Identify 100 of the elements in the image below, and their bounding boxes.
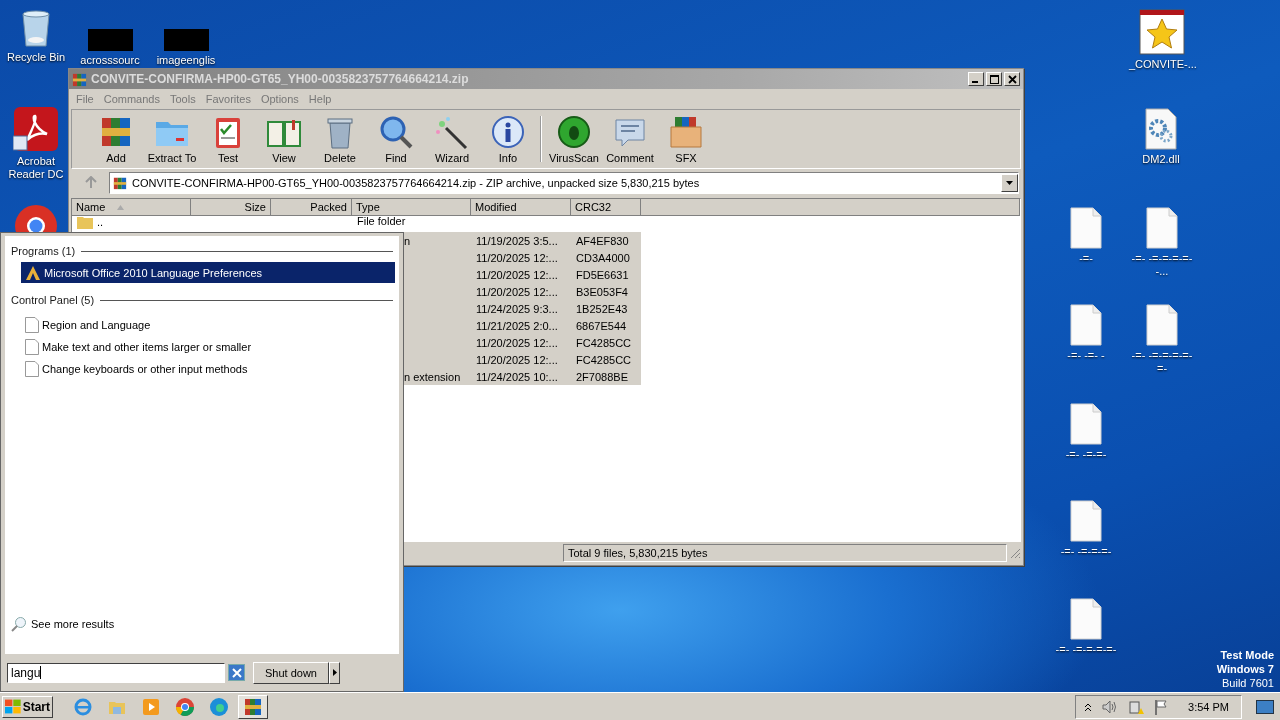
blank-file-icon[interactable] — [1070, 598, 1102, 640]
file-type: File folder — [357, 215, 406, 227]
desktop-icon-label: -=- -=-=-=-=- — [1055, 643, 1117, 656]
page-icon — [25, 316, 39, 333]
file-modified: 11/20/2025 12:... — [476, 353, 558, 366]
search-result[interactable]: Microsoft Office 2010 Language Preferences — [21, 262, 395, 283]
search-field[interactable]: langu — [7, 662, 225, 683]
desktop-icon-label: -=- -=-=-=- — [1060, 545, 1112, 558]
shut-down-button[interactable]: Shut down — [253, 661, 329, 684]
toolbar-button[interactable]: Extract To — [144, 114, 200, 164]
file-crc: FC4285CC — [576, 336, 632, 349]
desktop-icon-label: -=- -=- - — [1067, 349, 1105, 362]
archive-stack-icon — [243, 696, 263, 717]
flag-icon[interactable] — [1154, 698, 1169, 715]
resize-grip-icon[interactable] — [1009, 547, 1021, 559]
toolbar-button[interactable]: Comment — [602, 114, 658, 164]
blank-file-icon[interactable] — [1070, 403, 1102, 445]
taskbar-app-button[interactable] — [238, 694, 268, 719]
search-result[interactable]: Change keyboards or other input methods — [21, 358, 395, 379]
file-modified: 11/21/2025 2:0... — [476, 319, 558, 332]
toolbar-button[interactable]: Info — [480, 114, 536, 164]
desktop-icon-label: imageenglis — [156, 54, 216, 67]
close-icon — [1007, 74, 1017, 84]
bug-icon — [556, 114, 592, 150]
window-title: CONVITE-CONFIRMA-HP00-GT65_YH00-0035823757764664214.zip — [91, 72, 470, 86]
archive-icon — [113, 176, 127, 190]
os-watermark-text: Windows 7 — [1216, 662, 1274, 676]
clear-search-button[interactable] — [228, 664, 245, 681]
toolbar-button[interactable]: VirusScan — [546, 114, 602, 164]
file-row[interactable]: .. File folder — [72, 215, 641, 228]
blank-file-icon[interactable] — [1070, 304, 1102, 346]
clock[interactable]: 3:54 PM — [1188, 700, 1229, 713]
file-crc: FD5E6631 — [576, 268, 629, 281]
file-type: n — [404, 234, 411, 247]
up-arrow-icon — [85, 175, 97, 188]
file-modified: 11/20/2025 12:... — [476, 285, 558, 298]
column-header[interactable]: Type — [352, 199, 471, 216]
column-header[interactable]: CRC32 — [571, 199, 641, 216]
toolbar-button[interactable]: Add — [88, 114, 144, 164]
sort-arrow-icon — [117, 204, 125, 210]
os-watermark-text: Test Mode — [1220, 648, 1274, 662]
toolbar-button[interactable]: Find — [368, 114, 424, 164]
speaker-icon[interactable] — [1102, 699, 1119, 714]
result-group-heading: Programs (1) — [11, 245, 76, 257]
toolbar-button[interactable]: Test — [200, 114, 256, 164]
show-desktop-button[interactable] — [1256, 699, 1274, 714]
archive-icon — [72, 71, 87, 87]
start-button[interactable]: Start — [2, 695, 53, 718]
status-text: Total 9 files, 5,830,215 bytes — [563, 544, 1007, 562]
address-field[interactable]: CONVITE-CONFIRMA-HP00-GT65_YH00-0035823757764664214.zip - ZIP archive, unpacked size 5,830,215 bytes — [109, 172, 1019, 194]
close-button[interactable] — [1004, 72, 1020, 86]
caret-icon — [332, 669, 337, 676]
file-modified: 11/24/2025 10:... — [476, 370, 558, 383]
toolbar-button[interactable]: View — [256, 114, 312, 164]
maximize-icon — [989, 74, 999, 84]
desktop-icon-label: Acrobat Reader DC — [7, 155, 65, 181]
column-header[interactable]: Packed — [271, 199, 352, 216]
toolbar-button[interactable]: Wizard — [424, 114, 480, 164]
blank-file-icon[interactable] — [1070, 207, 1102, 249]
file-name: .. — [97, 216, 104, 228]
file-modified: 11/20/2025 12:... — [476, 268, 558, 281]
shut-down-options-button[interactable] — [329, 661, 340, 684]
toolbar-button[interactable]: Delete — [312, 114, 368, 164]
box-icon — [668, 114, 704, 150]
blank-file-icon[interactable] — [1146, 207, 1178, 249]
search-icon — [11, 616, 27, 632]
recycle-bin-icon[interactable] — [20, 8, 52, 48]
browser-e-icon — [73, 696, 93, 717]
gear-file-icon[interactable] — [1145, 108, 1177, 150]
file-crc: CD3A4000 — [576, 251, 630, 264]
desktop-icon-label: -=- -=-=- — [1065, 448, 1107, 461]
file-crc: 6867E544 — [576, 319, 627, 332]
chevron-up-icon[interactable] — [1084, 702, 1093, 711]
page-icon — [25, 360, 39, 377]
file-crc: AF4EF830 — [576, 234, 629, 247]
pdf-reader-icon[interactable] — [13, 106, 59, 152]
file-modified: 11/20/2025 12:... — [476, 251, 558, 264]
column-header[interactable]: Modified — [471, 199, 571, 216]
column-header[interactable]: Size — [191, 199, 271, 216]
blank-file-icon[interactable] — [1146, 304, 1178, 346]
letter-a-icon — [25, 264, 41, 281]
info-icon — [490, 114, 526, 150]
file-modified: 11/20/2025 12:... — [476, 336, 558, 349]
browser-wave-icon — [209, 696, 229, 717]
minimize-button[interactable] — [968, 72, 984, 86]
blacked-out-icon[interactable] — [163, 29, 209, 51]
desktop-icon-label: acrosssourc — [80, 54, 140, 67]
close-icon — [231, 667, 242, 678]
os-watermark-text: Build 7601 — [1222, 676, 1274, 690]
file-crc: B3E053F4 — [576, 285, 628, 298]
desktop-icon-label: Recycle Bin — [6, 51, 66, 64]
see-more-results-link[interactable]: See more results — [11, 616, 395, 632]
toolbar-button[interactable]: SFX — [658, 114, 714, 164]
play-icon — [141, 696, 161, 717]
blank-file-icon[interactable] — [1070, 500, 1102, 542]
search-result[interactable]: Make text and other items larger or smaller — [21, 336, 395, 357]
column-header[interactable]: Name — [72, 199, 191, 216]
blacked-out-icon[interactable] — [87, 29, 133, 51]
maximize-button[interactable] — [986, 72, 1002, 86]
search-result[interactable]: Region and Language — [21, 314, 395, 335]
